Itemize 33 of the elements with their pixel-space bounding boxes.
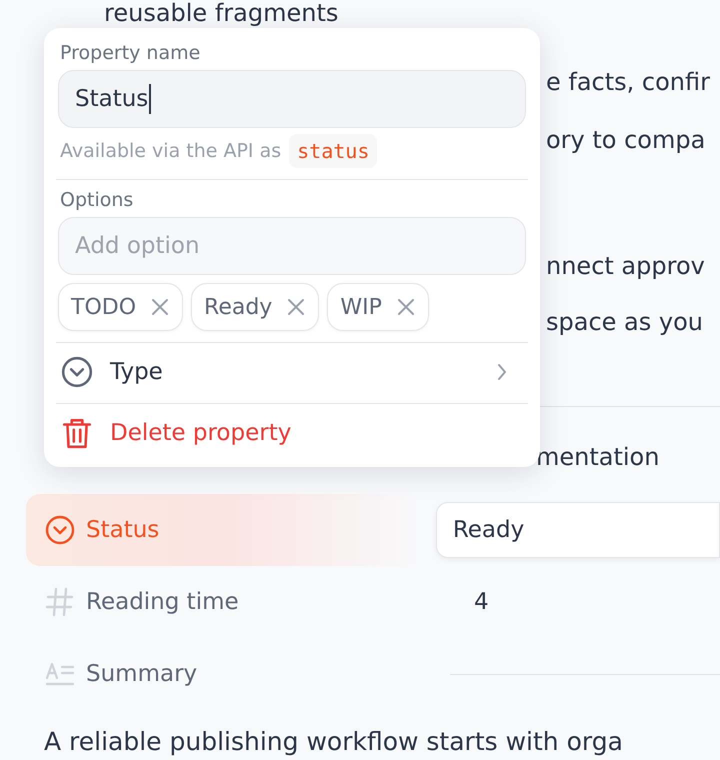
option-tag[interactable]: TODO bbox=[58, 283, 184, 331]
option-tag[interactable]: WIP bbox=[327, 283, 429, 331]
paragraph-text: nnect approv bbox=[546, 251, 706, 282]
chevron-circle-icon bbox=[60, 355, 94, 389]
property-value: 4 bbox=[474, 589, 489, 615]
paragraph-text: mentation bbox=[536, 442, 660, 473]
paragraph-text: space as you bbox=[546, 307, 704, 338]
field-label: Property name bbox=[59, 42, 200, 64]
property-name: Status bbox=[86, 517, 160, 543]
property-name: Reading time bbox=[86, 589, 239, 615]
hash-icon bbox=[44, 586, 76, 618]
hint-text: Available via the API as bbox=[60, 140, 282, 162]
property-label[interactable]: Summary bbox=[26, 638, 440, 710]
type-menu-item[interactable]: Type bbox=[58, 352, 526, 392]
property-label[interactable]: Reading time bbox=[26, 566, 440, 638]
paragraph-text: A reliable publishing workflow starts with orga bbox=[44, 726, 624, 758]
property-name: Summary bbox=[86, 661, 198, 687]
name-input-field[interactable]: Status bbox=[58, 70, 526, 128]
paragraph-text: ory to compa bbox=[546, 125, 706, 156]
delete-menu-item[interactable]: Delete property bbox=[58, 413, 526, 453]
chevron-right-icon bbox=[496, 362, 508, 382]
close-icon[interactable] bbox=[286, 297, 306, 317]
trash-icon bbox=[60, 416, 94, 450]
add-option-field[interactable]: Add option bbox=[58, 217, 526, 275]
chevron-circle-icon bbox=[44, 514, 76, 546]
select-field[interactable]: Ready bbox=[436, 502, 720, 558]
paragraph-text: e facts, confir bbox=[546, 67, 711, 98]
paragraph-text: reusable fragments bbox=[104, 0, 340, 26]
close-icon[interactable] bbox=[396, 297, 416, 317]
field-label: Options bbox=[59, 189, 134, 211]
option-tag[interactable]: Ready bbox=[191, 283, 320, 331]
close-icon[interactable] bbox=[150, 297, 170, 317]
api-key-code: status bbox=[289, 134, 378, 168]
